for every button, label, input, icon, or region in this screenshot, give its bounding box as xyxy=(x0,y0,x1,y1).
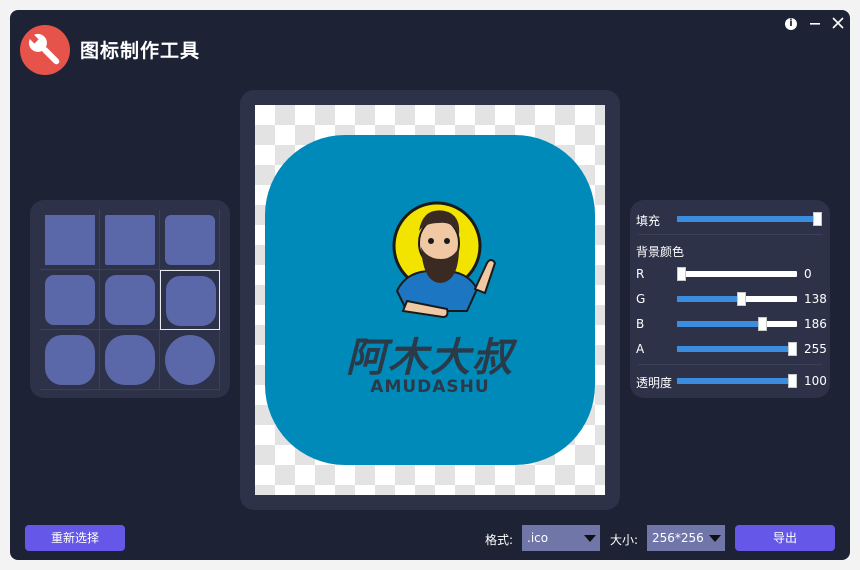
app-window: 图标制作工具 i 阿木大叔 AMUDASHU 填充 背景颜色 R 0 G 138… xyxy=(10,10,850,560)
g-value: 138 xyxy=(804,292,827,306)
b-value: 186 xyxy=(804,317,827,331)
brand-english-text: AMUDASHU xyxy=(370,377,490,397)
g-label: G xyxy=(636,292,646,306)
bg-color-label: 背景颜色 xyxy=(636,245,685,259)
icon-preview: 阿木大叔 AMUDASHU xyxy=(265,135,595,465)
fill-slider-fill xyxy=(677,216,817,222)
opacity-slider[interactable] xyxy=(677,374,797,388)
info-button[interactable]: i xyxy=(782,14,800,32)
b-label: B xyxy=(636,317,645,331)
b-slider-fill xyxy=(677,321,762,327)
controls-panel: 填充 背景颜色 R 0 G 138 B 186 A 255 透明度 100 xyxy=(630,200,830,398)
shape-option-squircle-a[interactable] xyxy=(40,330,100,390)
format-select[interactable]: .ico xyxy=(522,525,600,551)
reselect-button[interactable]: 重新选择 xyxy=(25,525,125,551)
opacity-slider-thumb[interactable] xyxy=(788,374,797,388)
app-title: 图标制作工具 xyxy=(80,40,201,62)
b-slider-thumb[interactable] xyxy=(758,317,767,331)
shape-swatch xyxy=(166,276,216,326)
preview-panel: 阿木大叔 AMUDASHU xyxy=(240,90,620,510)
chevron-down-icon xyxy=(584,535,596,542)
fill-label: 填充 xyxy=(636,214,661,228)
shape-option-round-square-a[interactable] xyxy=(40,270,100,330)
shape-panel xyxy=(30,200,230,398)
b-slider[interactable] xyxy=(677,317,797,331)
opacity-label: 透明度 xyxy=(636,376,673,390)
format-label: 格式: xyxy=(485,533,514,547)
g-slider-fill xyxy=(677,296,741,302)
size-select[interactable]: 256*256 xyxy=(647,525,725,551)
opacity-value: 100 xyxy=(804,374,827,388)
shape-option-squircle-b[interactable] xyxy=(100,330,160,390)
a-slider-thumb[interactable] xyxy=(788,342,797,356)
shape-swatch xyxy=(45,275,95,325)
r-slider[interactable] xyxy=(677,267,797,281)
shape-option-square[interactable] xyxy=(40,210,100,270)
app-logo xyxy=(20,25,70,75)
shape-swatch xyxy=(105,335,155,385)
shape-grid xyxy=(40,210,220,390)
shape-option-square-slight-round[interactable] xyxy=(100,210,160,270)
shape-swatch xyxy=(105,215,155,265)
shape-swatch xyxy=(45,335,95,385)
a-value: 255 xyxy=(804,342,827,356)
transparent-canvas: 阿木大叔 AMUDASHU xyxy=(255,105,605,495)
a-slider[interactable] xyxy=(677,342,797,356)
divider xyxy=(638,234,822,235)
r-value: 0 xyxy=(804,267,812,281)
opacity-slider-fill xyxy=(677,378,792,384)
shape-option-round-square-b[interactable] xyxy=(100,270,160,330)
format-select-value: .ico xyxy=(527,531,549,545)
minimize-icon xyxy=(810,23,820,25)
info-icon: i xyxy=(785,18,797,30)
size-label: 大小: xyxy=(610,533,639,547)
shape-swatch xyxy=(45,215,95,265)
shape-swatch xyxy=(165,335,215,385)
mascot-illustration xyxy=(392,201,497,319)
r-label: R xyxy=(636,267,645,281)
r-slider-thumb[interactable] xyxy=(677,267,686,281)
fill-slider-thumb[interactable] xyxy=(813,212,822,226)
wrench-icon xyxy=(28,33,60,65)
shape-swatch xyxy=(105,275,155,325)
shape-swatch xyxy=(165,215,215,265)
shape-option-circle[interactable] xyxy=(160,330,220,390)
shape-option-square-round[interactable] xyxy=(160,210,220,270)
close-icon xyxy=(832,17,844,29)
g-slider-thumb[interactable] xyxy=(737,292,746,306)
a-slider-fill xyxy=(677,346,792,352)
minimize-button[interactable] xyxy=(806,14,824,32)
chevron-down-icon xyxy=(709,535,721,542)
brand-chinese-text: 阿木大叔 xyxy=(346,335,514,381)
g-slider[interactable] xyxy=(677,292,797,306)
size-select-value: 256*256 xyxy=(652,531,704,545)
a-label: A xyxy=(636,342,645,356)
fill-slider[interactable] xyxy=(677,212,822,226)
export-button[interactable]: 导出 xyxy=(735,525,835,551)
close-button[interactable] xyxy=(829,14,847,32)
divider xyxy=(638,364,822,365)
shape-option-round-square-c[interactable] xyxy=(160,270,220,330)
